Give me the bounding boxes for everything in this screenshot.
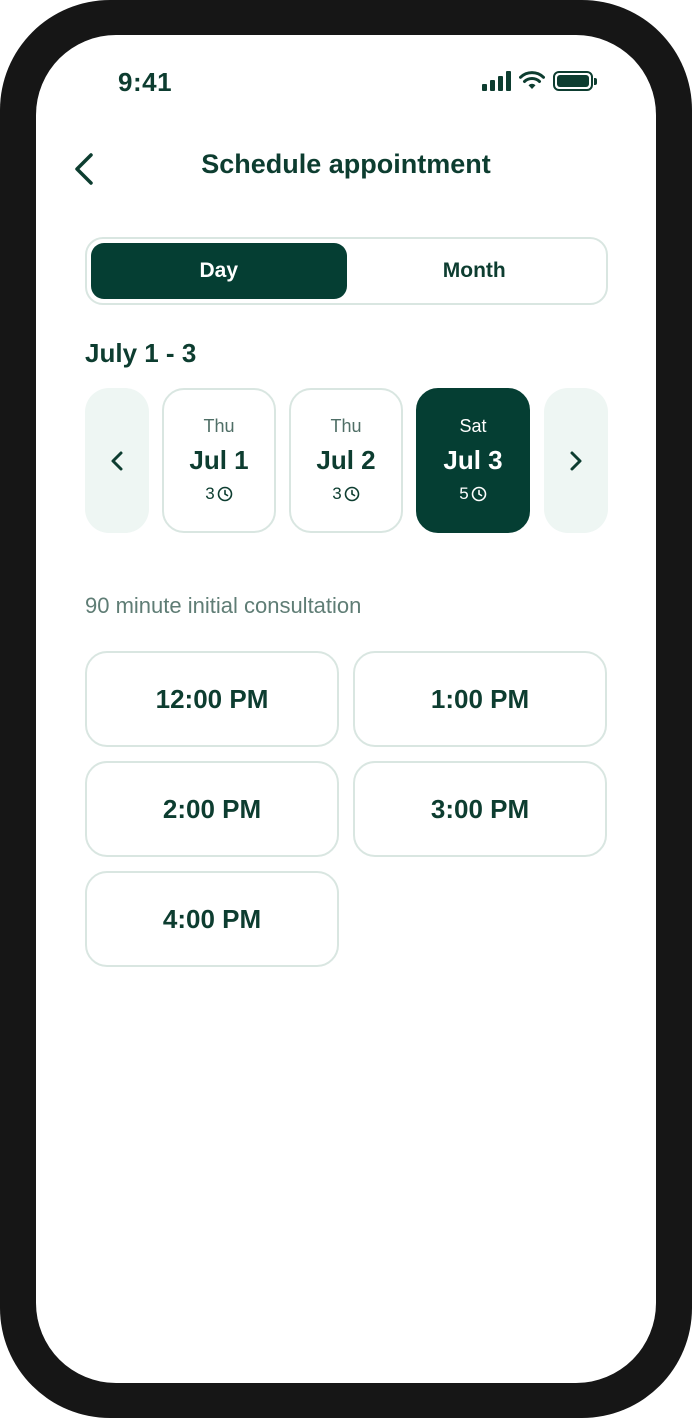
tab-day[interactable]: Day [91,243,347,299]
chevron-right-icon [570,451,582,470]
battery-icon [553,71,597,91]
day-weekday: Thu [203,416,235,436]
time-slot-button[interactable]: 3:00 PM [353,761,607,857]
day-card-jul-2[interactable]: Thu Jul 2 3 [289,388,403,533]
clock-icon [217,486,233,502]
appointment-type-label: 90 minute initial consultation [85,593,362,618]
status-icons [482,69,597,93]
day-slot-count: 5 [418,484,528,504]
slot-count: 3 [205,484,215,503]
slot-count: 3 [332,484,342,503]
view-toggle: Day Month [85,237,608,305]
time-slot-button[interactable]: 2:00 PM [85,761,339,857]
next-dates-button[interactable] [544,388,608,533]
screen: 9:41 Schedule appointment Day Month July… [36,35,656,1383]
day-slot-count: 3 [291,484,401,504]
time-slot-button[interactable]: 4:00 PM [85,871,339,967]
day-slot-count: 3 [164,484,274,504]
time-slot-button[interactable]: 1:00 PM [353,651,607,747]
slot-count: 5 [459,484,469,503]
tab-month[interactable]: Month [347,243,603,299]
time-slot-button[interactable]: 12:00 PM [85,651,339,747]
day-card-jul-3[interactable]: Sat Jul 3 5 [416,388,530,533]
status-time: 9:41 [118,67,173,97]
day-weekday: Thu [330,416,362,436]
day-card-jul-1[interactable]: Thu Jul 1 3 [162,388,276,533]
page-title: Schedule appointment [201,149,491,179]
chevron-left-icon [111,451,123,470]
day-date: Jul 3 [443,445,503,475]
day-date: Jul 1 [189,445,249,475]
date-range-label: July 1 - 3 [85,338,197,368]
phone-frame: 9:41 Schedule appointment Day Month July… [0,0,692,1418]
signal-icon [482,71,511,91]
day-weekday: Sat [459,416,487,436]
clock-icon [344,486,360,502]
wifi-icon [519,71,545,89]
previous-dates-button[interactable] [85,388,149,533]
clock-icon [471,486,487,502]
day-date: Jul 2 [316,445,376,475]
